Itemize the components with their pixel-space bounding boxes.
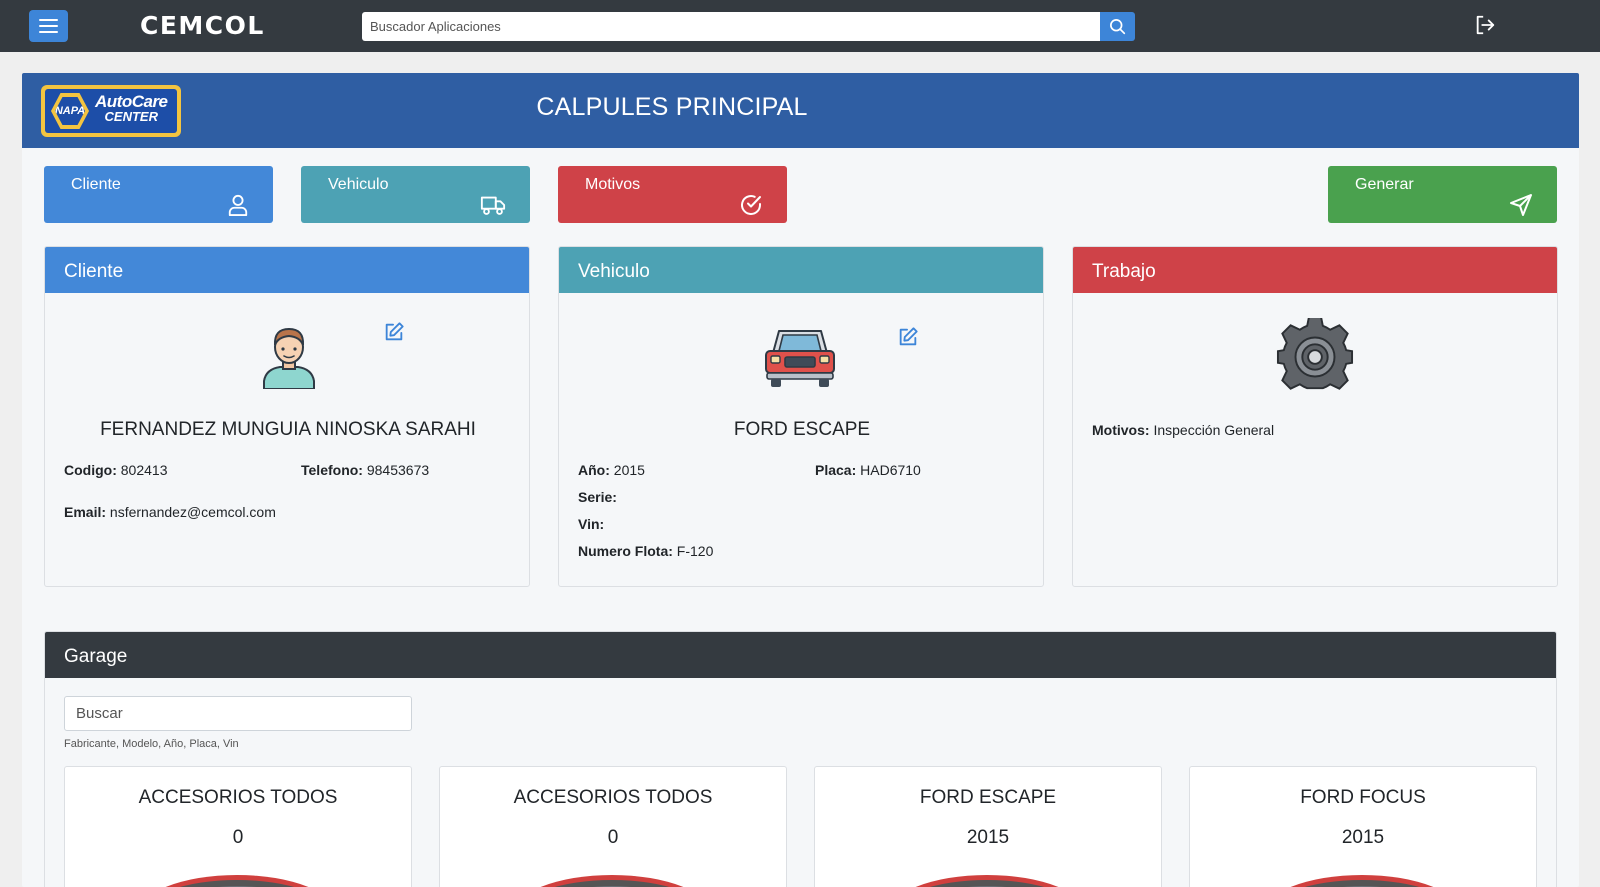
page-title: CALPULES PRINCIPAL [536, 93, 808, 121]
garage-vehicle-card[interactable]: ACCESORIOS TODOS 0 [439, 766, 787, 887]
cliente-name: FERNANDEZ MUNGUIA NINOSKA SARAHI [100, 419, 476, 440]
vehiculo-card: Vehiculo FORD ESCAPE Año: 2015 Placa: HA… [558, 246, 1044, 587]
edit-cliente-icon[interactable] [383, 321, 405, 343]
garage-vehicle-card[interactable]: FORD ESCAPE 2015 [814, 766, 1162, 887]
generar-button-label: Generar [1355, 176, 1414, 193]
vehiculo-card-title: Vehiculo [559, 247, 1043, 293]
car-icon [765, 330, 835, 387]
serie-field: Serie: [578, 489, 617, 505]
logout-button[interactable] [1474, 14, 1496, 41]
vehicle-subtitle: 2015 [1341, 827, 1385, 848]
trabajo-card: Trabajo Motivos: Inspección General [1072, 246, 1558, 587]
garage-search-input[interactable] [64, 696, 412, 731]
brand-logo[interactable]: CEMCOL [140, 11, 265, 40]
edit-vehiculo-icon[interactable] [897, 326, 919, 348]
garage-vehicle-card[interactable]: FORD FOCUS 2015 [1189, 766, 1537, 887]
generar-button[interactable]: Generar [1328, 166, 1557, 223]
garage-vehicle-card[interactable]: ACCESORIOS TODOS 0 [64, 766, 412, 887]
cliente-card-title: Cliente [45, 247, 529, 293]
user-icon [228, 194, 248, 216]
truck-icon [480, 196, 506, 215]
gear-icon [1276, 318, 1354, 390]
vehicle-subtitle: 2015 [966, 827, 1010, 848]
app-search [362, 12, 1135, 41]
app-search-input[interactable] [362, 12, 1100, 41]
anio-field: Año: 2015 [578, 462, 645, 478]
trabajo-card-title: Trabajo [1073, 247, 1557, 293]
telefono-field: Telefono: 98453673 [301, 462, 430, 478]
car-image [887, 875, 1087, 887]
logout-icon [1476, 15, 1495, 35]
codigo-field: Codigo: 802413 [64, 462, 168, 478]
search-button[interactable] [1100, 12, 1135, 41]
car-image [512, 875, 712, 887]
motivos-button-label: Motivos [585, 176, 641, 193]
cliente-button[interactable]: Cliente [44, 166, 273, 223]
garage-search-hint: Fabricante, Modelo, Año, Placa, Vin [64, 738, 239, 750]
vehiculo-button-label: Vehiculo [328, 176, 389, 193]
vehiculo-name: FORD ESCAPE [733, 419, 871, 440]
motivos-field: Motivos: Inspección General [1092, 422, 1275, 438]
search-icon [1110, 19, 1126, 35]
vehicle-title: ACCESORIOS TODOS [513, 787, 713, 808]
email-field: Email: nsfernandez@cemcol.com [64, 504, 276, 520]
vin-field: Vin: [578, 516, 605, 532]
top-navbar: CEMCOL [0, 0, 1600, 52]
car-image [1262, 875, 1462, 887]
cliente-button-label: Cliente [71, 176, 121, 193]
person-avatar-icon [263, 327, 315, 389]
car-image [137, 875, 337, 887]
vehicle-title: FORD FOCUS [1300, 787, 1426, 808]
main-panel: NAPA AutoCare CENTER CALPULES PRINCIPAL … [22, 73, 1579, 887]
vehicle-title: FORD ESCAPE [919, 787, 1057, 808]
check-circle-icon [741, 195, 761, 215]
send-icon [1510, 194, 1532, 216]
page-header: NAPA AutoCare CENTER CALPULES PRINCIPAL [22, 73, 1579, 148]
garage-section: Garage Fabricante, Modelo, Año, Placa, V… [44, 631, 1557, 887]
hamburger-icon [39, 19, 58, 21]
motivos-button[interactable]: Motivos [558, 166, 787, 223]
vehicle-title: ACCESORIOS TODOS [138, 787, 338, 808]
vehicle-subtitle: 0 [232, 827, 244, 848]
vehiculo-button[interactable]: Vehiculo [301, 166, 530, 223]
menu-toggle-button[interactable] [29, 10, 68, 42]
vehicle-subtitle: 0 [607, 827, 619, 848]
garage-title: Garage [45, 632, 1556, 678]
numero-flota-field: Numero Flota: F-120 [578, 543, 714, 559]
placa-field: Placa: HAD6710 [815, 462, 921, 478]
cliente-card: Cliente FERNANDEZ MUNGUIA NINOSKA SARAHI… [44, 246, 530, 587]
